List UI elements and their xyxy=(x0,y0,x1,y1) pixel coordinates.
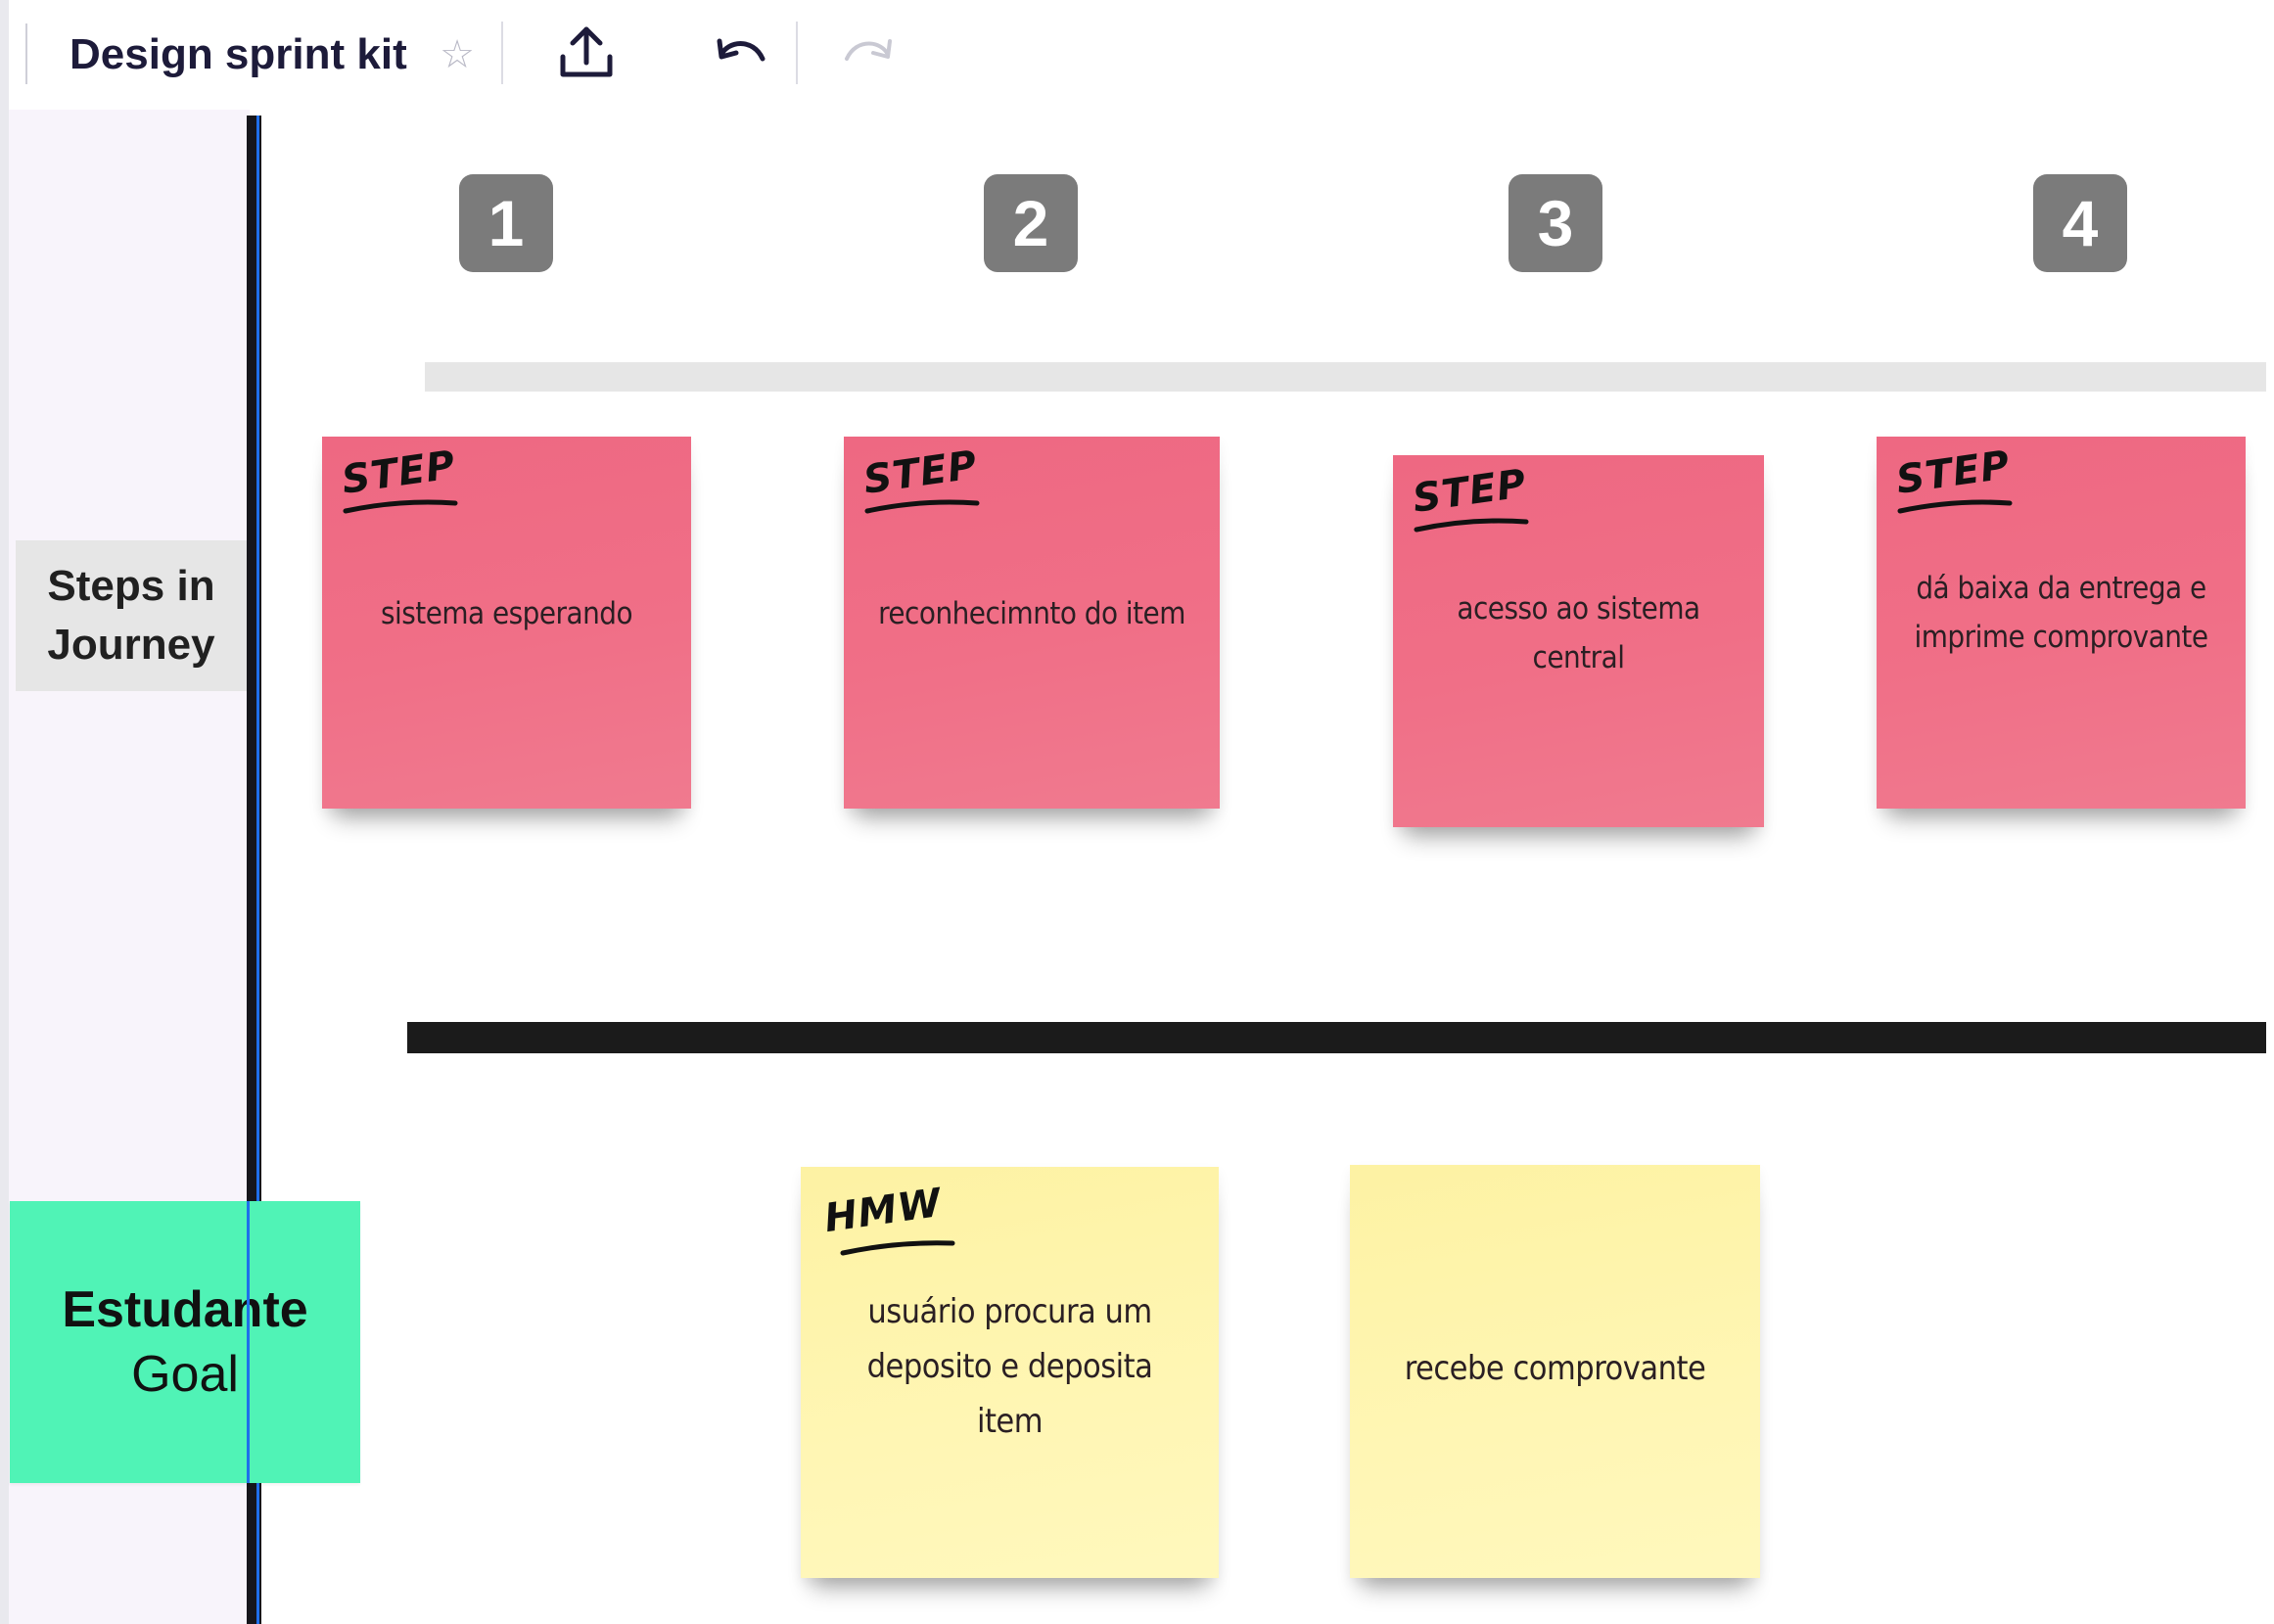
board-title[interactable]: Design sprint kit xyxy=(70,25,407,84)
persona-goal-card[interactable]: Estudante Goal xyxy=(10,1201,360,1483)
sticky-text: sistema esperando xyxy=(380,596,633,631)
sticky-tag: STEP xyxy=(339,442,459,503)
sticky-text: reconhecimnto do item xyxy=(878,596,1185,631)
step-number-badge[interactable]: 4 xyxy=(2033,174,2127,272)
persona-name: Estudante xyxy=(62,1281,308,1338)
window-edge xyxy=(0,0,9,1624)
sticky-text: dá baixa da entrega e imprime comprovant… xyxy=(1914,571,2208,655)
selection-guide-line xyxy=(247,1201,250,1483)
sticky-tag: STEP xyxy=(1893,442,2014,503)
tag-underline xyxy=(1414,518,1529,533)
tag-underline xyxy=(840,1240,955,1256)
goal-sticky-note[interactable]: recebe comprovante xyxy=(1350,1165,1760,1578)
toolbar-divider xyxy=(796,22,798,84)
step-sticky-note[interactable]: STEP reconhecimnto do item xyxy=(844,437,1220,809)
undo-icon[interactable] xyxy=(710,29,772,80)
redo-icon[interactable] xyxy=(837,29,900,80)
sticky-text: recebe comprovante xyxy=(1404,1349,1706,1388)
lane-separator-bar xyxy=(407,1022,2266,1053)
step-sticky-note[interactable]: STEP dá baixa da entrega e imprime compr… xyxy=(1877,437,2246,809)
upload-export-icon[interactable] xyxy=(555,23,618,82)
sticky-tag: STEP xyxy=(1410,461,1530,522)
lane-label-text: Steps in Journey xyxy=(47,562,215,669)
toolbar-divider xyxy=(25,23,27,84)
hmw-sticky-note[interactable]: HMW usuário procura um deposito e deposi… xyxy=(801,1167,1219,1578)
star-icon[interactable]: ☆ xyxy=(434,29,481,80)
tag-underline xyxy=(864,499,980,514)
tag-underline xyxy=(343,499,458,514)
step-sticky-note[interactable]: STEP sistema esperando xyxy=(322,437,691,809)
sticky-text: usuário procura um deposito e deposita i… xyxy=(866,1292,1153,1441)
board-toolbar: Design sprint kit ☆ xyxy=(9,0,929,110)
step-number-badge[interactable]: 1 xyxy=(459,174,553,272)
lane-label-steps[interactable]: Steps in Journey xyxy=(16,540,247,691)
sticky-text: acesso ao sistema central xyxy=(1457,591,1700,675)
sticky-tag: STEP xyxy=(860,442,981,503)
persona-goal-label: Goal xyxy=(131,1346,239,1403)
sticky-tag: HMW xyxy=(821,1180,946,1242)
step-number-badge[interactable]: 2 xyxy=(984,174,1078,272)
toolbar-divider xyxy=(501,22,503,84)
step-sticky-note[interactable]: STEP acesso ao sistema central xyxy=(1393,455,1764,827)
header-divider-bar xyxy=(425,362,2266,392)
tag-underline xyxy=(1897,499,2013,514)
step-number-badge[interactable]: 3 xyxy=(1508,174,1602,272)
